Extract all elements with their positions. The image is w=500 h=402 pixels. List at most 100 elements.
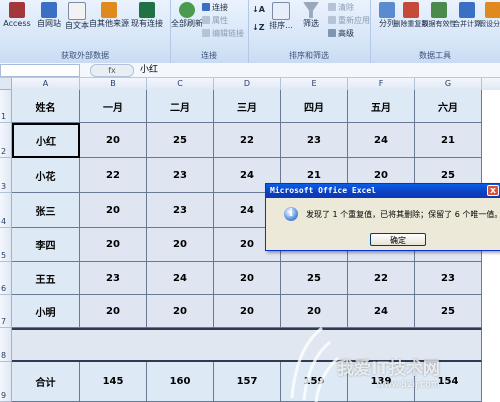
- refresh-all-button[interactable]: 全部刷新: [171, 2, 203, 29]
- cell-a9[interactable]: 合计: [12, 362, 80, 402]
- advanced-button[interactable]: 高级: [328, 28, 354, 39]
- cell-e6[interactable]: 25: [281, 262, 348, 295]
- reapply-button[interactable]: 重新应用: [328, 15, 370, 26]
- from-text-button[interactable]: 自文本: [64, 2, 90, 31]
- consolidate-icon: [459, 2, 475, 18]
- filter-button[interactable]: 筛选: [298, 2, 324, 29]
- ribbon: Access 自网站 自文本 自其他来源 现有连接 获取外部数据 全部刷新 连接: [0, 0, 500, 64]
- ok-button[interactable]: 确定: [370, 233, 426, 246]
- cell-d7[interactable]: 20: [214, 295, 281, 328]
- cell-f7[interactable]: 24: [348, 295, 415, 328]
- ribbon-group-title: 连接: [201, 51, 217, 60]
- row-header-3[interactable]: 3: [0, 158, 12, 193]
- filter-icon: [303, 2, 319, 18]
- cell-a2[interactable]: 小红: [12, 123, 80, 158]
- properties-icon: [202, 16, 210, 24]
- cell-a6[interactable]: 王五: [12, 262, 80, 295]
- properties-button[interactable]: 属性: [202, 15, 228, 26]
- cell-c2[interactable]: 25: [147, 123, 214, 158]
- cell-e7[interactable]: 20: [281, 295, 348, 328]
- cell-f1[interactable]: 五月: [348, 90, 415, 123]
- cell-a5[interactable]: 李四: [12, 228, 80, 262]
- access-button[interactable]: Access: [3, 2, 31, 29]
- row-header-1[interactable]: 1: [0, 90, 12, 123]
- ribbon-group-data-tools: 分列 删除重复项 数据有效性 合并计算 假设分析 数据工具: [370, 0, 500, 63]
- cell-c4[interactable]: 23: [147, 193, 214, 228]
- cell-e2[interactable]: 23: [281, 123, 348, 158]
- fx-button[interactable]: fx: [90, 64, 134, 77]
- row-header-9[interactable]: 9: [0, 362, 12, 402]
- cell-b9[interactable]: 145: [80, 362, 147, 402]
- dialog-message: 发现了 1 个重复值，已将其删除；保留了 6 个唯一值。: [306, 210, 500, 219]
- cell-g9[interactable]: 154: [415, 362, 482, 402]
- cell-b4[interactable]: 20: [80, 193, 147, 228]
- cell-b7[interactable]: 20: [80, 295, 147, 328]
- sort-ascending-button[interactable]: ↓A: [252, 4, 265, 15]
- name-box[interactable]: [0, 64, 80, 77]
- cell-g6[interactable]: 23: [415, 262, 482, 295]
- other-sources-icon: [101, 2, 117, 18]
- select-all-corner[interactable]: [0, 78, 12, 90]
- cell-c1[interactable]: 二月: [147, 90, 214, 123]
- refresh-icon: [179, 2, 195, 18]
- cell-d1[interactable]: 三月: [214, 90, 281, 123]
- cell-b3[interactable]: 22: [80, 158, 147, 193]
- what-if-button[interactable]: 假设分析: [479, 2, 500, 29]
- cell-d6[interactable]: 20: [214, 262, 281, 295]
- cell-d9[interactable]: 157: [214, 362, 281, 402]
- row-header-4[interactable]: 4: [0, 193, 12, 228]
- ribbon-group-external-data: Access 自网站 自文本 自其他来源 现有连接 获取外部数据: [0, 0, 171, 63]
- reapply-icon: [328, 16, 336, 24]
- existing-connections-button[interactable]: 现有连接: [131, 2, 163, 29]
- clear-button[interactable]: 清除: [328, 2, 354, 13]
- from-other-sources-button[interactable]: 自其他来源: [89, 2, 129, 29]
- cell-b6[interactable]: 23: [80, 262, 147, 295]
- empty-row-8[interactable]: [12, 328, 482, 362]
- cell-g1[interactable]: 六月: [415, 90, 482, 123]
- cell-g2[interactable]: 21: [415, 123, 482, 158]
- row-header-8[interactable]: 8: [0, 328, 12, 362]
- cell-c3[interactable]: 23: [147, 158, 214, 193]
- cell-a4[interactable]: 张三: [12, 193, 80, 228]
- ribbon-group-sort-filter: ↓A ↓Z 排序... 筛选 清除 重新应用 高级 排序和筛选: [248, 0, 371, 63]
- cell-a1[interactable]: 姓名: [12, 90, 80, 123]
- row-header-7[interactable]: 7: [0, 295, 12, 328]
- ribbon-group-title: 排序和筛选: [289, 51, 329, 60]
- row-header-6[interactable]: 6: [0, 262, 12, 295]
- cell-c9[interactable]: 160: [147, 362, 214, 402]
- cell-a7[interactable]: 小明: [12, 295, 80, 328]
- what-if-icon: [485, 2, 500, 18]
- formula-content[interactable]: 小红: [140, 63, 158, 77]
- columns-icon: [379, 2, 395, 18]
- cell-b1[interactable]: 一月: [80, 90, 147, 123]
- sort-az-icon: ↓A: [252, 5, 265, 14]
- message-dialog: Microsoft Office Excel x i 发现了 1 个重复值，已将…: [265, 183, 500, 251]
- cell-f2[interactable]: 24: [348, 123, 415, 158]
- cell-f9[interactable]: 139: [348, 362, 415, 402]
- cell-b2[interactable]: 20: [80, 123, 147, 158]
- access-icon: [9, 2, 25, 18]
- edit-links-button[interactable]: 编辑链接: [202, 28, 244, 39]
- ribbon-group-title: 获取外部数据: [61, 51, 109, 60]
- cell-b5[interactable]: 20: [80, 228, 147, 262]
- cell-c7[interactable]: 20: [147, 295, 214, 328]
- cell-c6[interactable]: 24: [147, 262, 214, 295]
- fx-icon: fx: [108, 66, 116, 75]
- cell-e1[interactable]: 四月: [281, 90, 348, 123]
- sort-icon: [272, 2, 290, 20]
- cell-c5[interactable]: 20: [147, 228, 214, 262]
- row-header-5[interactable]: 5: [0, 228, 12, 262]
- advanced-filter-icon: [328, 29, 336, 37]
- formula-bar: fx 小红: [0, 63, 500, 78]
- row-header-2[interactable]: 2: [0, 123, 12, 158]
- connections-icon: [139, 2, 155, 18]
- cell-e9[interactable]: 159: [281, 362, 348, 402]
- cell-a3[interactable]: 小花: [12, 158, 80, 193]
- link-icon: [202, 3, 210, 11]
- cell-f6[interactable]: 22: [348, 262, 415, 295]
- ribbon-group-connections: 全部刷新 连接 属性 编辑链接 连接: [170, 0, 249, 63]
- connections-button[interactable]: 连接: [202, 2, 228, 13]
- cell-d2[interactable]: 22: [214, 123, 281, 158]
- cell-g7[interactable]: 25: [415, 295, 482, 328]
- dialog-close-button[interactable]: x: [487, 185, 499, 196]
